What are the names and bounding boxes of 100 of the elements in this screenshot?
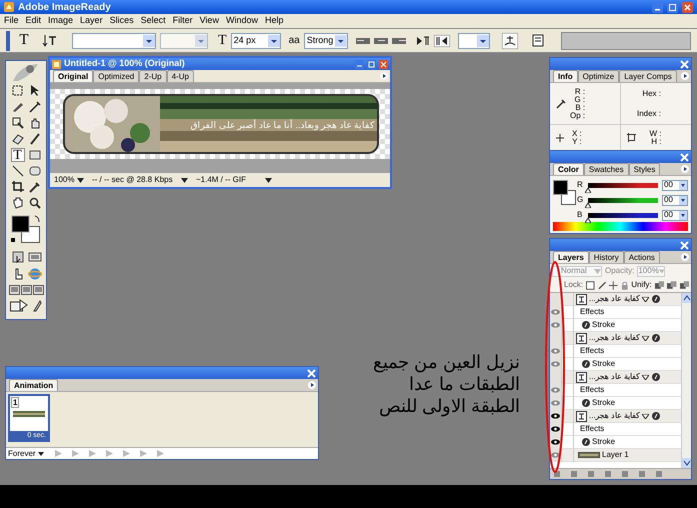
tab[interactable]: Optimized	[93, 70, 140, 82]
expand-triangle-icon[interactable]	[642, 336, 650, 340]
line-icon[interactable]	[10, 164, 24, 178]
palette-icon[interactable]	[532, 34, 544, 47]
eraser-icon[interactable]	[10, 132, 24, 146]
hand-icon[interactable]	[10, 196, 24, 210]
panel-menu-button[interactable]	[681, 72, 689, 80]
visibility-cell[interactable]	[550, 293, 562, 306]
type-tool-button[interactable]: T	[10, 148, 24, 162]
file-size-dropdown[interactable]: ~1.4M / -- GIF	[194, 174, 274, 186]
pen-icon[interactable]	[32, 299, 42, 312]
panel-menu-button[interactable]	[681, 253, 689, 261]
zoom-dropdown[interactable]: 100%	[52, 174, 86, 186]
color-swatches-drawing[interactable]	[9, 214, 43, 244]
magnifier-icon[interactable]	[28, 196, 42, 210]
rounded-rectangle-icon[interactable]	[28, 164, 42, 178]
expand-triangle-icon[interactable]	[642, 374, 650, 380]
channel-value-dropdown[interactable]: 00	[662, 194, 688, 206]
menu-item[interactable]: Help	[264, 14, 284, 28]
brush-icon[interactable]	[28, 132, 42, 146]
tab[interactable]: History	[588, 251, 624, 263]
jump-to-icon[interactable]	[10, 299, 28, 312]
tab[interactable]: Color	[553, 163, 584, 175]
panel-menu-button[interactable]	[681, 165, 689, 173]
maximize-button[interactable]	[367, 60, 376, 68]
scroll-down-icon[interactable]	[682, 458, 691, 468]
options-dropdown[interactable]	[458, 32, 490, 48]
expand-triangle-icon[interactable]	[642, 296, 650, 302]
color-swatches-drawing[interactable]	[553, 180, 577, 206]
minimize-button[interactable]	[652, 2, 663, 12]
marquee-icon[interactable]	[10, 84, 24, 98]
eyedropper-icon[interactable]	[28, 180, 42, 194]
brush-lock-icon[interactable]	[598, 280, 606, 290]
tab[interactable]: Original	[53, 70, 94, 82]
channel-value-dropdown[interactable]: 00	[662, 210, 688, 220]
layer-name[interactable]: Layer 1	[602, 449, 629, 461]
align-right-icon[interactable]	[392, 36, 406, 46]
move-lock-icon[interactable]	[609, 280, 618, 290]
loop-dropdown[interactable]: Forever	[6, 448, 46, 460]
full-screen-icon[interactable]	[8, 285, 20, 295]
menu-item[interactable]: Layer	[80, 14, 103, 28]
close-button[interactable]	[379, 60, 388, 68]
effect-name[interactable]: Stroke	[592, 319, 616, 331]
download-time-dropdown[interactable]: -- / -- sec @ 28.8 Kbps	[90, 174, 190, 186]
channel-value-dropdown[interactable]: 00	[662, 180, 688, 190]
minimize-button[interactable]	[355, 60, 364, 68]
slider-thumb[interactable]	[585, 188, 591, 192]
unify-style-icon[interactable]	[680, 280, 689, 290]
close-button[interactable]	[680, 240, 689, 250]
scrollbar[interactable]	[681, 293, 691, 468]
antialias-dropdown[interactable]: Strong	[304, 32, 348, 48]
rectangle-icon[interactable]	[28, 148, 42, 162]
close-button[interactable]	[307, 368, 316, 378]
color-spectrum[interactable]	[553, 222, 688, 231]
panel-menu-button[interactable]	[380, 72, 388, 80]
align-center-icon[interactable]	[374, 36, 388, 46]
menu-item[interactable]: Slices	[110, 14, 134, 28]
wand-icon[interactable]	[28, 100, 42, 114]
unify-position-icon[interactable]	[654, 280, 664, 290]
eye-icon[interactable]	[551, 426, 560, 432]
crop-icon[interactable]	[10, 180, 24, 194]
paragraph-ltr-icon[interactable]	[416, 36, 430, 46]
font-family-dropdown[interactable]	[72, 32, 156, 48]
unify-visibility-icon[interactable]	[667, 280, 677, 290]
eye-icon[interactable]	[551, 413, 560, 419]
maximize-button[interactable]	[667, 2, 678, 12]
tab[interactable]: Swatches	[584, 163, 629, 175]
tab[interactable]: Actions	[624, 251, 660, 263]
menu-item[interactable]: Filter	[172, 14, 193, 28]
scroll-up-icon[interactable]	[682, 293, 691, 303]
tab[interactable]: 4-Up	[166, 70, 194, 82]
menu-item[interactable]: Select	[140, 14, 166, 28]
effect-name[interactable]: Stroke	[592, 436, 616, 448]
warp-text-icon[interactable]	[502, 32, 518, 48]
standard-screen-icon[interactable]	[20, 285, 32, 295]
tab[interactable]: Layers	[553, 251, 589, 263]
tab[interactable]: Info	[553, 70, 578, 82]
close-button[interactable]	[680, 60, 689, 68]
tab[interactable]: 2-Up	[139, 70, 167, 82]
orientation-icon[interactable]	[42, 32, 58, 48]
effect-name[interactable]: Stroke	[592, 358, 616, 370]
slider-thumb[interactable]	[585, 202, 591, 208]
tab[interactable]: Styles	[628, 163, 660, 175]
checkerboard-lock-icon[interactable]	[586, 280, 595, 290]
menu-item[interactable]: Window	[226, 14, 258, 28]
close-button[interactable]	[680, 152, 689, 162]
type-tool-button[interactable]: T	[14, 29, 34, 52]
font-size-dropdown[interactable]: 24 px	[230, 32, 281, 48]
align-left-icon[interactable]	[356, 36, 370, 46]
paragraph-rtl-icon[interactable]	[434, 34, 450, 46]
menu-item[interactable]: Image	[48, 14, 74, 28]
eye-icon[interactable]	[551, 439, 560, 445]
tab[interactable]: Animation	[9, 379, 58, 391]
menu-item[interactable]: View	[200, 14, 219, 28]
tab[interactable]: Layer Comps	[619, 70, 677, 82]
panel-menu-button[interactable]	[308, 381, 316, 389]
menu-item[interactable]: Edit	[26, 14, 42, 28]
close-button[interactable]	[682, 2, 693, 12]
menu-screen-icon[interactable]	[32, 285, 44, 295]
menu-item[interactable]: File	[4, 14, 19, 28]
